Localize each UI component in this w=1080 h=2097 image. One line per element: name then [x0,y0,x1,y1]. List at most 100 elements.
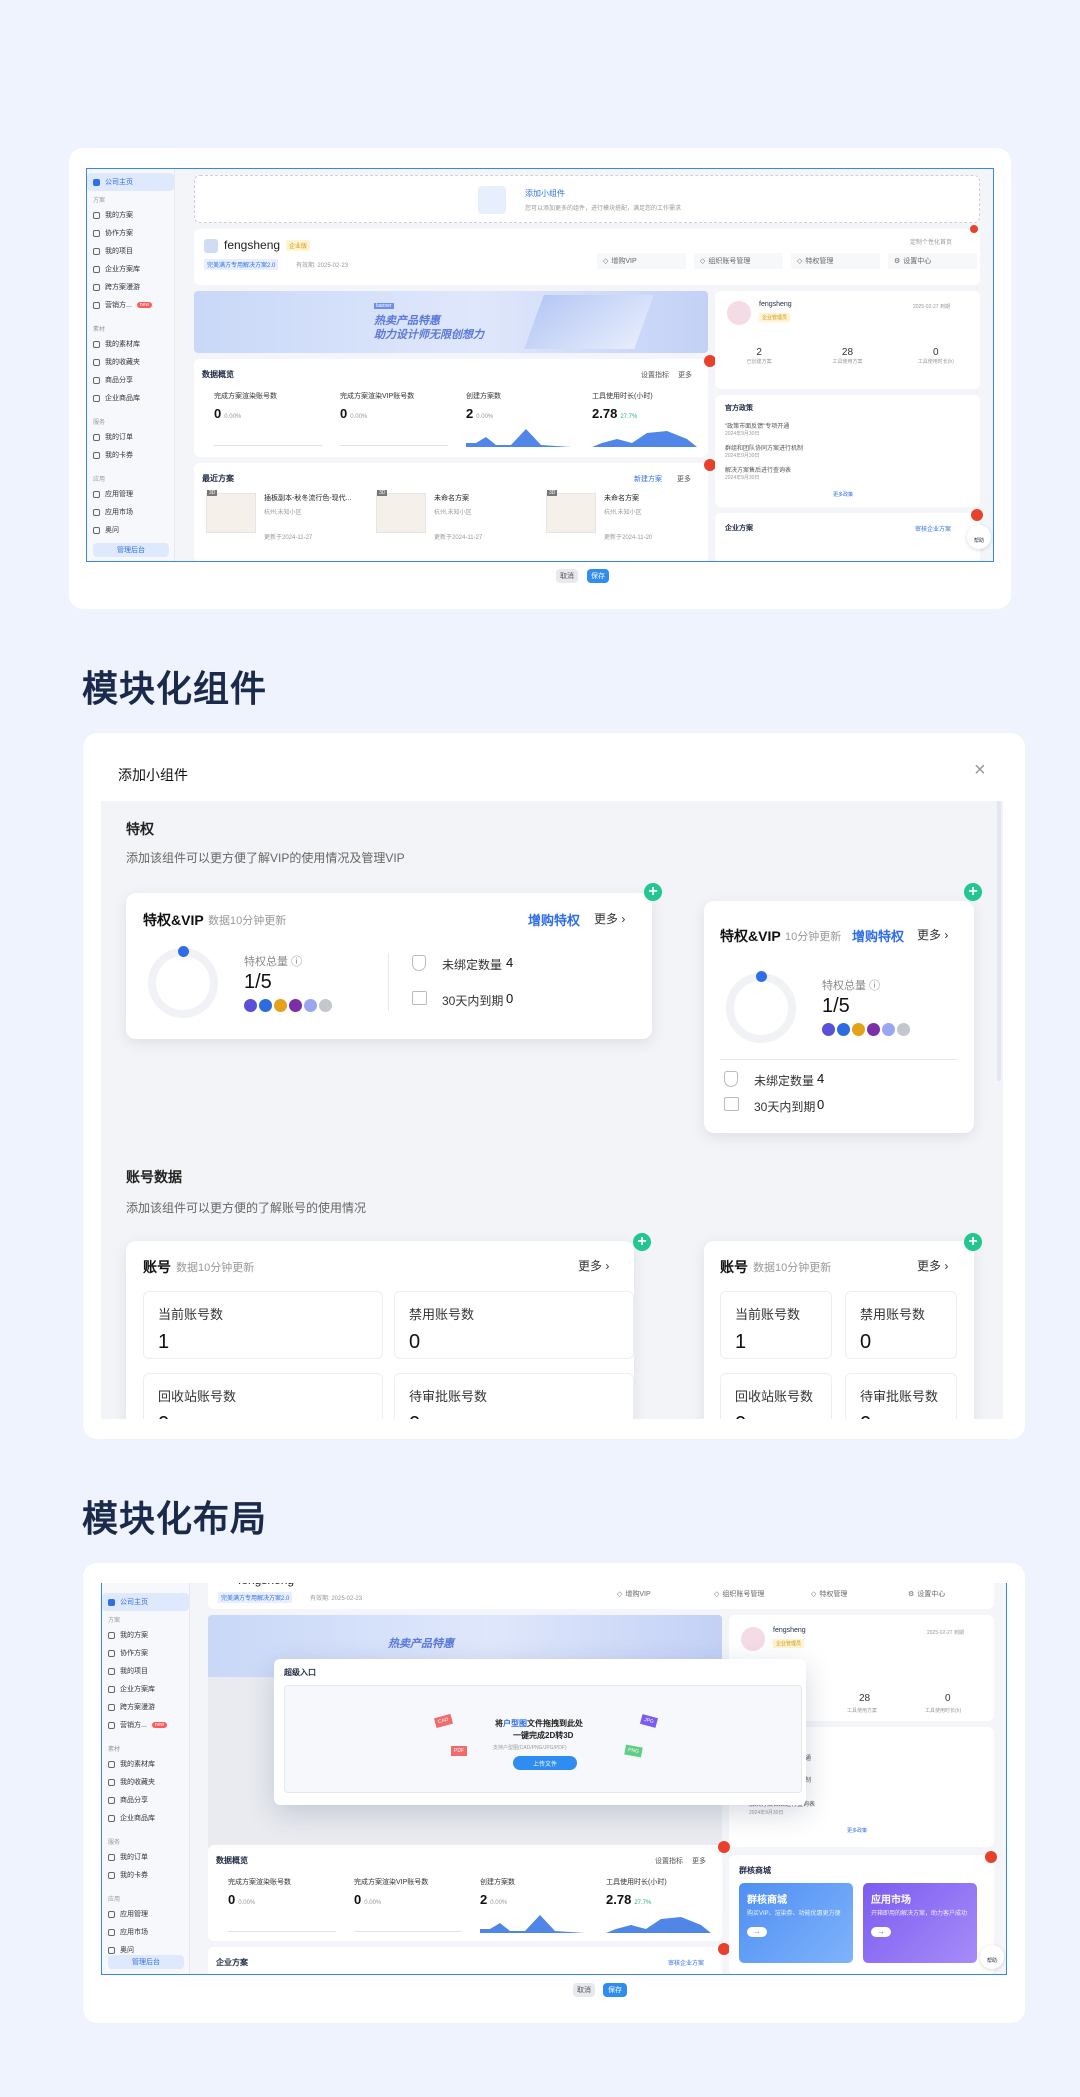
admin-button[interactable]: 管理后台 [93,543,169,557]
sidebar-item[interactable]: 应用市场 [87,503,174,521]
sidebar-item[interactable]: 我的收藏夹 [102,1773,189,1791]
remove-widget-icon[interactable] [971,509,983,521]
new-plan-link[interactable]: 新建方案 [634,474,662,484]
add-widget-link[interactable]: 添加小组件 [525,188,565,199]
news-more-link[interactable]: 更多政策 [847,1827,867,1834]
recent-more-link[interactable]: 更多 [677,474,691,484]
buy-privilege-link[interactable]: 增购特权 [852,926,904,945]
sidebar-item[interactable]: 我的素材库 [87,335,174,353]
buy-privilege-link[interactable]: 增购特权 [528,910,580,929]
enterprise-link[interactable]: 审核企业方案 [915,524,951,533]
tab-privilege[interactable]: ◇ 特权管理 [791,253,880,269]
help-button[interactable]: 帮助 [967,525,991,549]
sidebar-item[interactable]: 协作方案 [87,224,174,242]
banner[interactable]: banner 热卖产品特惠 助力设计师无限创想力 [194,291,708,353]
sidebar-item[interactable]: 企业方案库 [102,1680,189,1698]
upload-zone[interactable]: 将户型图文件拖拽到此处 一键完成2D转3D 支持户型图(CAD/PNG/JPG/… [284,1685,802,1793]
sidebar-item[interactable]: 商品分享 [87,371,174,389]
shop-tile-desc: 开箱即用的解决方案，助力客户成功 [871,1911,968,1917]
sidebar-item[interactable]: 营销方... new [87,296,174,314]
save-button[interactable]: 保存 [587,569,609,583]
add-widget-plus-icon[interactable]: + [964,883,982,901]
more-link[interactable]: 更多 › [578,1257,609,1274]
banner-illustration [524,295,654,349]
stat-pct: 0.00% [350,414,368,420]
close-icon[interactable]: × [974,759,986,782]
sidebar-item[interactable]: 我的订单 [102,1848,189,1866]
sidebar-item[interactable]: 协作方案 [102,1644,189,1662]
remove-widget-icon[interactable] [718,1841,730,1853]
news-more-link[interactable]: 更多政策 [833,491,853,498]
sidebar-item[interactable]: 奥问 [87,521,174,539]
edit-homepage-link[interactable]: 定制个性化首页 [910,237,952,246]
sidebar-item[interactable]: 企业商品库 [87,389,174,407]
sidebar-item[interactable]: 我的项目 [87,242,174,260]
data-settings-link[interactable]: 设置指标 [655,1856,683,1866]
tab-account[interactable]: ◇ 组织账号管理 [708,1587,797,1601]
cancel-button[interactable]: 取消 [573,1983,595,1997]
tab-vip[interactable]: ◇ 增购VIP [611,1587,700,1601]
remove-widget-icon[interactable] [970,225,978,233]
add-widget-zone[interactable]: 添加小组件 您可以添加更多的组件，进行模块搭配，满足您的工作需求 [194,175,980,223]
plan-date: 更新于2024-11-27 [434,535,483,541]
tab-vip[interactable]: ◇ 增购VIP [597,253,686,269]
sidebar-item[interactable]: 我的方案 [102,1626,189,1644]
sidebar-item[interactable]: 应用管理 [102,1905,189,1923]
tab-settings[interactable]: ⚙ 设置中心 [888,253,977,269]
add-widget-plus-icon[interactable]: + [633,1233,651,1251]
sidebar-item[interactable]: 我的素材库 [102,1755,189,1773]
news-item[interactable]: 群组和团队协同方案进行机制 [725,443,803,452]
sidebar-item[interactable]: 营销方... new [102,1716,189,1734]
sidebar-item[interactable]: 应用市场 [102,1923,189,1941]
sidebar-item[interactable]: 跨方案漫游 [87,278,174,296]
ring-progress-dot [178,946,189,957]
data-settings-link[interactable]: 设置指标 [641,370,669,380]
shop-tile-mall[interactable]: 群核商城 购买VIP、渲染券、功能优惠更方便 → [739,1883,853,1963]
sidebar-item-home[interactable]: 公司主页 [102,1593,189,1611]
sidebar-item[interactable]: 我的项目 [102,1662,189,1680]
cancel-button[interactable]: 取消 [556,569,578,583]
sidebar-item[interactable]: 我的卡券 [102,1866,189,1884]
sidebar-item[interactable]: 我的方案 [87,206,174,224]
arrow-right-icon: → [747,1927,767,1937]
sidebar-item[interactable]: 企业方案库 [87,260,174,278]
more-link[interactable]: 更多 › [594,910,625,927]
sidebar-item[interactable]: 商品分享 [102,1791,189,1809]
save-button[interactable]: 保存 [603,1983,627,1997]
add-widget-plus-icon[interactable]: + [964,1233,982,1251]
sidebar-item[interactable]: 我的订单 [87,428,174,446]
sidebar-item[interactable]: 企业商品库 [102,1809,189,1827]
sidebar-group-service: 服务 [93,420,106,426]
data-more-link[interactable]: 更多 [692,1856,706,1866]
tab-privilege[interactable]: ◇ 特权管理 [805,1587,894,1601]
upload-button[interactable]: 上传文件 [513,1756,577,1770]
dialog-body: 特权 添加该组件可以更方便了解VIP的使用情况及管理VIP 特权&VIP 数据1… [101,801,1003,1419]
add-widget-plus-icon[interactable]: + [644,883,662,901]
list-item[interactable]: 3D 未命名方案 杭州,未知小区 更新于2024-11-27 [376,490,526,557]
admin-button[interactable]: 管理后台 [108,1955,184,1969]
remove-widget-icon[interactable] [985,1851,997,1863]
news-item[interactable]: "政策市面反馈"专项开通 [725,421,789,430]
data-more-link[interactable]: 更多 [678,370,692,380]
profile-date: 2025-02-27 到期 [913,304,950,310]
list-item[interactable]: 3D 未命名方案 杭州,未知小区 更新于2024-11-20 [546,490,696,557]
screen2-card: 添加小组件 × 特权 添加该组件可以更方便了解VIP的使用情况及管理VIP 特权… [83,733,1025,1439]
enterprise-title: 企业方案 [216,1958,248,1967]
more-link[interactable]: 更多 › [917,1257,948,1274]
tab-account[interactable]: ◇ 组织账号管理 [694,253,783,269]
help-button[interactable]: 帮助 [980,1945,1004,1969]
shop-tile-market[interactable]: 应用市场 开箱即用的解决方案，助力客户成功 → [863,1883,977,1963]
news-item[interactable]: 解决方案售后进行查询表 [725,465,791,474]
sidebar-item[interactable]: 我的卡券 [87,446,174,464]
sidebar-item[interactable]: 应用管理 [87,485,174,503]
tab-settings[interactable]: ⚙ 设置中心 [902,1587,991,1601]
list-item[interactable]: 3D 插板副本-秋冬流行色-现代... 杭州,未知小区 更新于2024-11-27 [206,490,356,557]
more-link[interactable]: 更多 › [917,926,948,943]
super-entry-widget[interactable]: 超级入口 将户型图文件拖拽到此处 一键完成2D转3D 支持户型图(CAD/PNG… [274,1659,806,1805]
scrollbar[interactable] [997,801,1001,1081]
unbound-value: 4 [506,955,514,970]
sidebar-item[interactable]: 我的收藏夹 [87,353,174,371]
sidebar-item[interactable]: 跨方案漫游 [102,1698,189,1716]
sidebar-item-home[interactable]: 公司主页 [87,173,174,191]
enterprise-link[interactable]: 审核企业方案 [668,1958,704,1967]
